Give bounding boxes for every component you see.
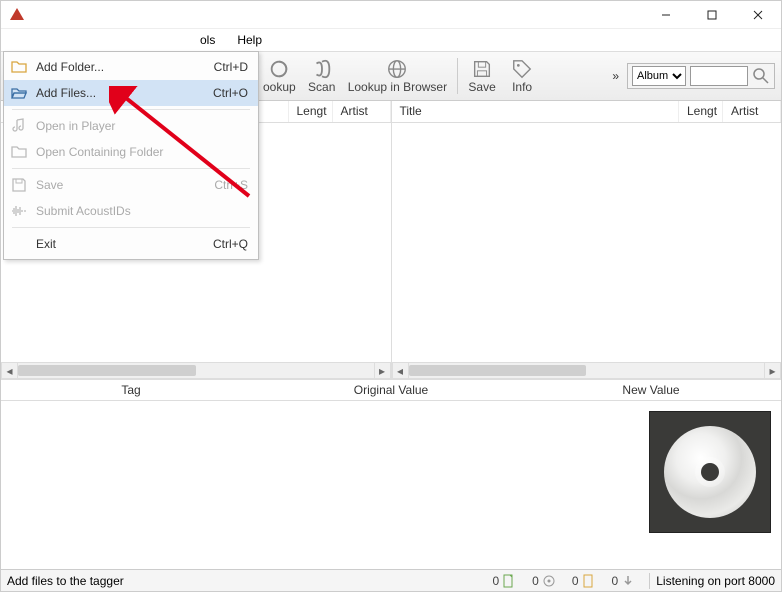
scan-label: Scan <box>308 80 335 94</box>
menu-separator <box>12 227 250 228</box>
menu-item-shortcut: Ctrl+O <box>213 86 248 100</box>
tag-body <box>1 401 781 561</box>
col-title[interactable]: Title <box>392 101 680 122</box>
right-hscroll[interactable]: ◂ ▸ <box>392 362 782 379</box>
menu-item-add-files[interactable]: Add Files...Ctrl+O <box>4 80 258 106</box>
menu-tools[interactable]: ols <box>196 31 219 49</box>
info-label: Info <box>512 80 532 94</box>
window-controls <box>643 1 781 29</box>
status-port: Listening on port 8000 <box>656 574 775 588</box>
menu-item-add-folder[interactable]: Add Folder...Ctrl+D <box>4 54 258 80</box>
col-tag[interactable]: Tag <box>1 380 261 400</box>
file-gold-icon <box>582 574 596 588</box>
menu-item-label: Open Containing Folder <box>36 145 248 159</box>
menu-separator <box>12 109 250 110</box>
menu-item-submit-acoustids: Submit AcoustIDs <box>4 198 258 224</box>
menu-item-exit[interactable]: ExitCtrl+Q <box>4 231 258 257</box>
menu-item-label: Submit AcoustIDs <box>36 204 248 218</box>
menu-item-shortcut: Ctrl+S <box>214 178 248 192</box>
tag-table[interactable] <box>1 401 649 561</box>
app-icon <box>9 7 25 23</box>
counter-3: 0 <box>572 574 596 588</box>
search-icon[interactable] <box>752 67 770 85</box>
close-button[interactable] <box>735 1 781 29</box>
menu-item-label: Open in Player <box>36 119 248 133</box>
menu-item-open-in-player: Open in Player <box>4 113 258 139</box>
lookup-browser-button[interactable]: Lookup in Browser <box>342 52 453 100</box>
scroll-left-icon[interactable]: ◂ <box>1 362 18 379</box>
menu-item-label: Add Folder... <box>36 60 214 74</box>
right-columns: Title Lengt Artist <box>392 101 782 123</box>
col-length[interactable]: Lengt <box>289 101 333 122</box>
scan-icon <box>311 58 333 80</box>
search-input[interactable] <box>690 66 748 86</box>
maximize-button[interactable] <box>689 1 735 29</box>
save-icon <box>10 176 28 194</box>
lookup-icon <box>268 58 290 80</box>
globe-icon <box>386 58 408 80</box>
lookup-browser-label: Lookup in Browser <box>348 80 447 94</box>
col-artist[interactable]: Artist <box>723 101 781 122</box>
note-icon <box>10 117 28 135</box>
folder-icon <box>10 58 28 76</box>
counter-4: 0 <box>612 574 636 588</box>
counter-1: 0 <box>492 574 516 588</box>
menu-item-save: SaveCtrl+S <box>4 172 258 198</box>
save-icon <box>471 58 493 80</box>
menu-help[interactable]: Help <box>233 31 266 49</box>
col-artist[interactable]: Artist <box>333 101 391 122</box>
counter-2: 0 <box>532 574 556 588</box>
menu-item-label: Save <box>36 178 214 192</box>
menu-item-label: Exit <box>36 237 213 251</box>
lookup-label: ookup <box>263 80 296 94</box>
menu-separator <box>12 168 250 169</box>
menu-item-label: Add Files... <box>36 86 213 100</box>
lookup-button[interactable]: ookup <box>257 52 302 100</box>
menu-item-open-containing-folder: Open Containing Folder <box>4 139 258 165</box>
save-label: Save <box>468 80 495 94</box>
menu-item-shortcut: Ctrl+D <box>214 60 248 74</box>
left-hscroll[interactable]: ◂ ▸ <box>1 362 391 379</box>
arrow-down-icon <box>621 574 635 588</box>
scroll-track[interactable] <box>409 362 765 379</box>
scan-button[interactable]: Scan <box>302 52 342 100</box>
scroll-right-icon[interactable]: ▸ <box>374 362 391 379</box>
col-original[interactable]: Original Value <box>261 380 521 400</box>
disc-icon <box>664 426 756 518</box>
titlebar <box>1 1 781 29</box>
scroll-left-icon[interactable]: ◂ <box>392 362 409 379</box>
search-group: Album <box>627 63 775 89</box>
scroll-track[interactable] <box>18 362 374 379</box>
cover-art[interactable] <box>649 411 771 533</box>
toolbar-separator <box>457 58 458 94</box>
disc-grey-icon <box>542 574 556 588</box>
status-text: Add files to the tagger <box>7 574 484 588</box>
save-button[interactable]: Save <box>462 52 502 100</box>
wave-icon <box>10 202 28 220</box>
right-list[interactable] <box>392 123 782 362</box>
menu-item-shortcut: Ctrl+Q <box>213 237 248 251</box>
file-green-icon <box>502 574 516 588</box>
minimize-button[interactable] <box>643 1 689 29</box>
info-button[interactable]: Info <box>502 52 542 100</box>
scroll-thumb[interactable] <box>18 365 196 376</box>
status-sep <box>649 573 650 589</box>
file-menu-dropdown: Add Folder...Ctrl+DAdd Files...Ctrl+OOpe… <box>3 51 259 260</box>
scroll-thumb[interactable] <box>409 365 587 376</box>
folder-open-icon <box>10 84 28 102</box>
statusbar: Add files to the tagger 0 0 0 0 Listenin… <box>1 569 781 591</box>
menubar: ols Help <box>1 29 781 51</box>
blank-icon <box>10 235 28 253</box>
tag-icon <box>511 58 533 80</box>
scroll-right-icon[interactable]: ▸ <box>764 362 781 379</box>
right-pane: Title Lengt Artist ◂ ▸ <box>392 101 782 379</box>
col-length[interactable]: Lengt <box>679 101 723 122</box>
tag-headers: Tag Original Value New Value <box>1 379 781 401</box>
col-new[interactable]: New Value <box>521 380 781 400</box>
filter-select[interactable]: Album <box>632 66 686 86</box>
folder-icon <box>10 143 28 161</box>
toolbar-overflow[interactable]: » <box>612 69 619 83</box>
